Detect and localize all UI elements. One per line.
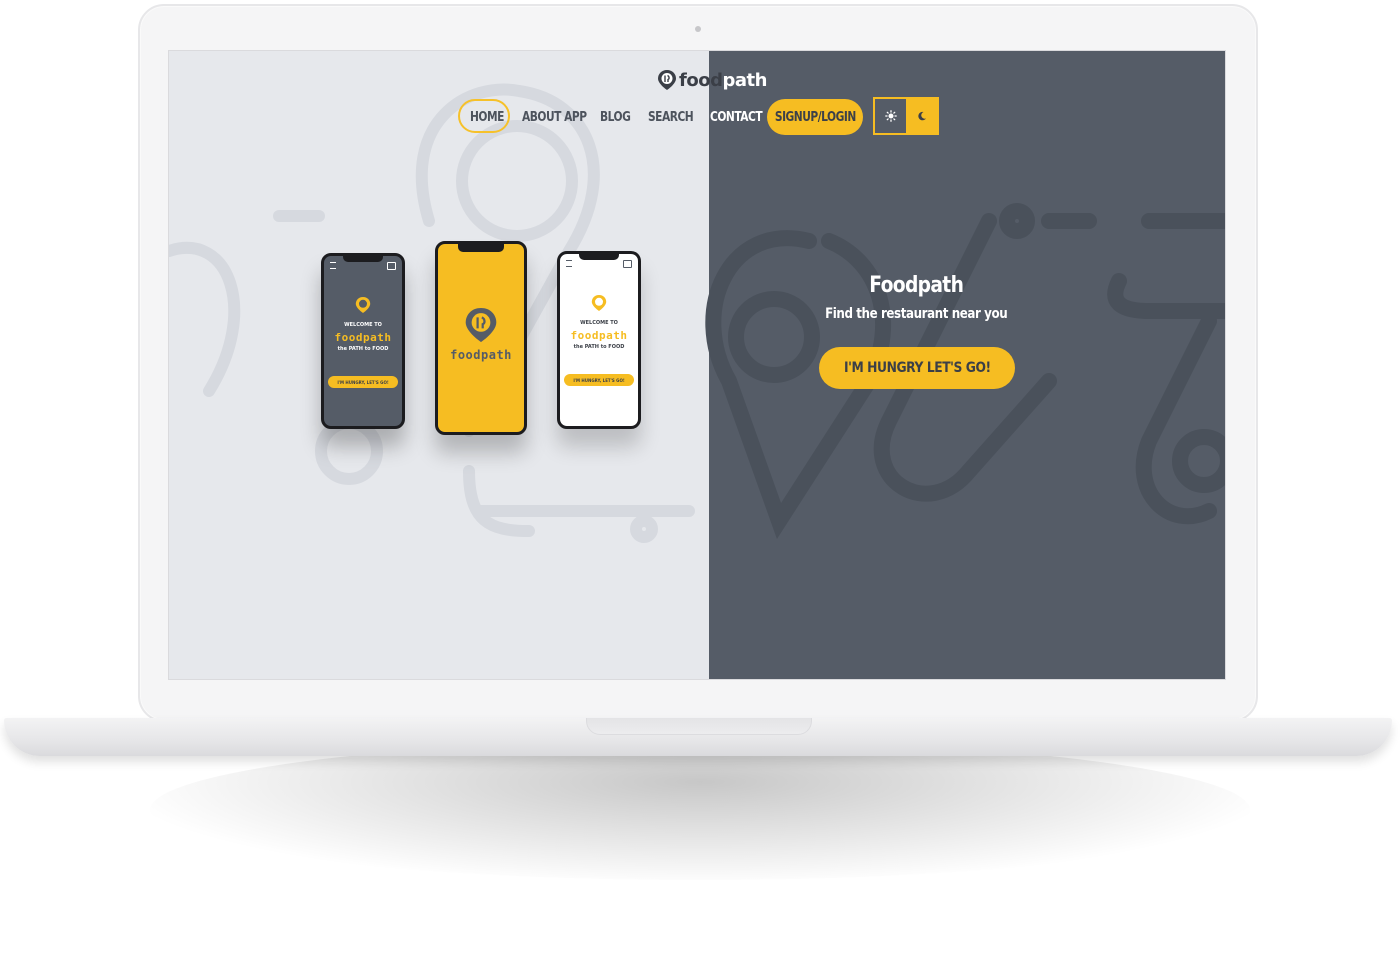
phone-cta-button: I'M HUNGRY, LET'S GO! — [564, 374, 634, 386]
logo-text-path: path — [722, 69, 767, 91]
map-pin-fork-icon — [591, 295, 607, 311]
laptop-notch — [586, 718, 812, 735]
map-pin-fork-icon — [658, 70, 676, 90]
laptop-shadow — [150, 740, 1250, 880]
theme-toggle[interactable] — [873, 97, 939, 135]
nav-item-search-label: SEARCH — [648, 109, 694, 125]
phone-welcome-text: WELCOME TO — [580, 320, 618, 326]
phone-logo-text: foodpath — [450, 348, 512, 362]
hungry-cta-label: I'M HUNGRY LET'S GO! — [843, 360, 991, 376]
nav-item-blog[interactable]: BLOG — [600, 97, 637, 137]
map-pin-fork-icon — [465, 308, 497, 342]
nav-item-blog-label: BLOG — [600, 109, 631, 125]
nav-item-search[interactable]: SEARCH — [648, 97, 703, 137]
logo-text-food: food — [679, 69, 723, 91]
phone-topbar — [324, 256, 402, 270]
hero-section: Foodpath Find the restaurant near you — [709, 273, 1123, 323]
phone-tagline: the PATH to FOOD — [337, 346, 389, 352]
signup-login-button[interactable]: SIGNUP/LOGIN — [767, 99, 863, 135]
browser-viewport: foodpath HOME ABOUT APP BLOG SEARCH CONT… — [168, 50, 1226, 680]
theme-dark-option[interactable] — [906, 99, 937, 133]
moon-icon — [917, 111, 926, 121]
phone-tagline: the PATH to FOOD — [573, 344, 625, 350]
site-header: foodpath HOME ABOUT APP BLOG SEARCH CONT… — [169, 51, 1225, 151]
toggle-icon — [387, 262, 396, 270]
phone-welcome-text: WELCOME TO — [344, 322, 382, 328]
hero-title: Foodpath — [869, 273, 964, 298]
nav-item-contact[interactable]: CONTACT — [710, 97, 774, 137]
menu-icon — [330, 262, 336, 269]
menu-icon — [566, 260, 572, 267]
hero-subtitle: Find the restaurant near you — [824, 306, 1008, 322]
signup-login-label: SIGNUP/LOGIN — [774, 109, 856, 125]
phone-logo-text: foodpath — [334, 331, 392, 344]
nav-item-about-app[interactable]: ABOUT APP — [522, 97, 601, 137]
nav-item-home-label: HOME — [470, 109, 504, 125]
site-logo[interactable]: foodpath — [657, 69, 767, 91]
nav-item-contact-label: CONTACT — [710, 109, 763, 125]
sun-icon — [884, 110, 897, 122]
nav-item-home[interactable]: HOME — [470, 97, 511, 137]
phone-mockup-light: WELCOME TO foodpath the PATH to FOOD I'M… — [557, 251, 641, 429]
camera-icon — [695, 26, 701, 32]
hungry-cta-button[interactable]: I'M HUNGRY LET'S GO! — [819, 347, 1015, 389]
nav-item-about-app-label: ABOUT APP — [522, 109, 587, 125]
phone-logo-text: foodpath — [570, 329, 628, 342]
theme-light-option[interactable] — [875, 99, 906, 133]
map-pin-fork-icon — [355, 297, 371, 313]
phone-topbar — [560, 254, 638, 268]
phone-mockup-yellow: foodpath — [435, 241, 527, 435]
toggle-icon — [623, 260, 632, 268]
phone-cta-button: I'M HUNGRY, LET'S GO! — [328, 376, 398, 388]
phone-mockup-dark: WELCOME TO foodpath the PATH to FOOD I'M… — [321, 253, 405, 429]
